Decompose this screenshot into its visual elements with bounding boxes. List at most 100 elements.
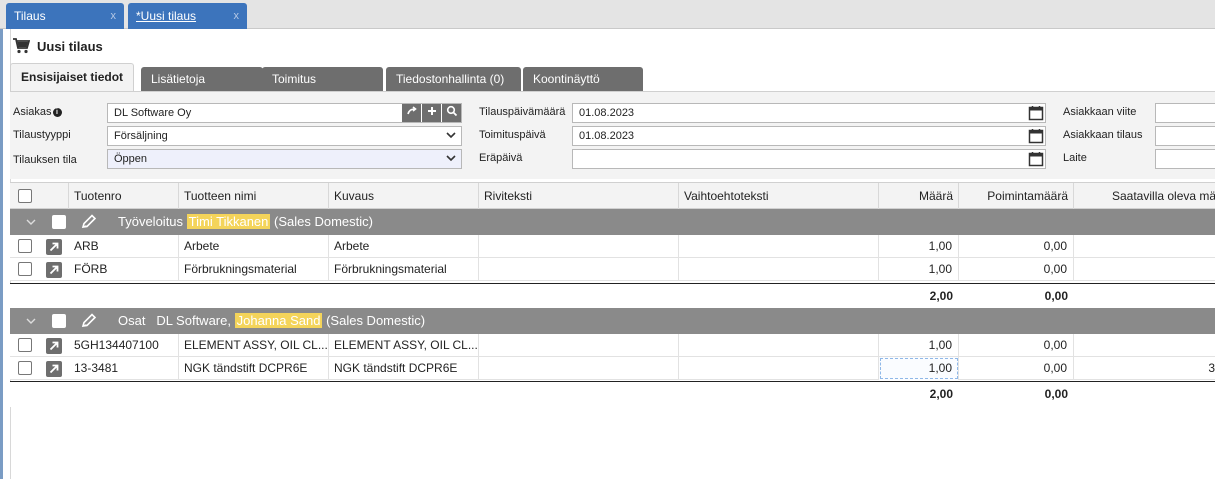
tab-lisatietoja[interactable]: Lisätietoja bbox=[141, 67, 263, 91]
cell-maara[interactable]: 1,00 bbox=[879, 334, 959, 357]
chevron-down-icon[interactable] bbox=[25, 217, 37, 227]
cell-kuvaus: NGK tändstift DCPR6E bbox=[329, 357, 479, 380]
customer-order-field[interactable] bbox=[1155, 126, 1215, 146]
open-row-icon[interactable] bbox=[46, 239, 62, 255]
cell-vaihtoehtoteksti[interactable] bbox=[679, 357, 879, 380]
group-checkbox[interactable] bbox=[52, 215, 66, 229]
order-type-select[interactable]: Försäljning bbox=[107, 126, 462, 146]
tab-toimitus[interactable]: Toimitus bbox=[262, 67, 383, 91]
open-row-icon[interactable] bbox=[46, 361, 62, 377]
delivery-date-field[interactable]: 01.08.2023 bbox=[572, 126, 1046, 146]
left-edge-bar bbox=[0, 29, 3, 479]
column-header-tuotenro[interactable]: Tuotenro bbox=[69, 183, 179, 209]
window-tab-tilaus[interactable]: Tilaus x bbox=[6, 3, 124, 29]
open-row-icon[interactable] bbox=[46, 338, 62, 354]
table-row[interactable]: 5GH134407100 ELEMENT ASSY, OIL CL... ELE… bbox=[10, 334, 1215, 357]
cell-saatavilla bbox=[1074, 258, 1215, 281]
cell-tuotenro: ARB bbox=[69, 235, 179, 258]
goto-icon[interactable] bbox=[401, 104, 421, 122]
cell-tuotenro: 13-3481 bbox=[69, 357, 179, 380]
order-status-select[interactable]: Öppen bbox=[107, 149, 462, 169]
cell-riviteksti[interactable] bbox=[479, 334, 679, 357]
calendar-icon[interactable] bbox=[1028, 128, 1044, 144]
cell-riviteksti[interactable] bbox=[479, 357, 679, 380]
pencil-icon[interactable] bbox=[80, 313, 98, 329]
delivery-date-value: 01.08.2023 bbox=[579, 130, 635, 142]
select-all-checkbox[interactable] bbox=[18, 189, 32, 203]
table-row[interactable]: 13-3481 NGK tändstift DCPR6E NGK tändsti… bbox=[10, 357, 1215, 380]
calendar-icon[interactable] bbox=[1028, 151, 1044, 167]
cell-maara[interactable]: 1,00 bbox=[879, 258, 959, 281]
sum-poimintamaara: 0,00 bbox=[1044, 387, 1068, 401]
cell-kuvaus: Arbete bbox=[329, 235, 479, 258]
customer-order-label: Asiakkaan tilaus bbox=[1063, 129, 1143, 141]
table-row[interactable]: FÖRB Förbrukningsmaterial Förbrukningsma… bbox=[10, 258, 1215, 281]
add-icon[interactable] bbox=[421, 104, 441, 122]
row-checkbox[interactable] bbox=[18, 338, 32, 352]
calendar-icon[interactable] bbox=[1028, 105, 1044, 121]
device-label: Laite bbox=[1063, 152, 1087, 164]
customer-ref-field[interactable] bbox=[1155, 103, 1215, 123]
order-form: Asiakas i DL Software Oy Tilaustyyppi För… bbox=[10, 91, 1215, 179]
column-header-poimintamaara[interactable]: Poimintamäärä bbox=[959, 183, 1074, 209]
device-field[interactable] bbox=[1155, 149, 1215, 169]
due-date-field[interactable] bbox=[572, 149, 1046, 169]
row-checkbox[interactable] bbox=[18, 262, 32, 276]
column-header-tuotteen-nimi[interactable]: Tuotteen nimi bbox=[179, 183, 329, 209]
window-tab-label: *Uusi tilaus bbox=[136, 9, 197, 23]
order-status-label: Tilauksen tila bbox=[13, 154, 77, 166]
group-header-tyoveloitus[interactable]: Työveloitus Timi Tikkanen (Sales Domesti… bbox=[10, 209, 1215, 235]
cell-maara-editing[interactable]: 1,00 bbox=[879, 357, 959, 380]
row-checkbox[interactable] bbox=[18, 361, 32, 375]
header-select-cell bbox=[10, 183, 69, 209]
window-tab-uusi-tilaus[interactable]: *Uusi tilaus x bbox=[128, 3, 247, 29]
order-type-label: Tilaustyyppi bbox=[13, 129, 71, 141]
grid-header: Tuotenro Tuotteen nimi Kuvaus Riviteksti… bbox=[10, 183, 1215, 209]
cell-tuotenro: FÖRB bbox=[69, 258, 179, 281]
page-header: Uusi tilaus bbox=[12, 36, 103, 56]
cart-icon bbox=[13, 38, 30, 54]
cell-maara[interactable]: 1,00 bbox=[879, 235, 959, 258]
column-header-kuvaus[interactable]: Kuvaus bbox=[329, 183, 479, 209]
cell-poimintamaara[interactable]: 0,00 bbox=[959, 258, 1074, 281]
close-icon[interactable]: x bbox=[111, 3, 117, 29]
column-header-riviteksti[interactable]: Riviteksti bbox=[479, 183, 679, 209]
cell-kuvaus: Förbrukningsmaterial bbox=[329, 258, 479, 281]
tab-ensisijaiset-tiedot[interactable]: Ensisijaiset tiedot bbox=[10, 63, 134, 91]
column-header-saatavilla[interactable]: Saatavilla oleva mä bbox=[1074, 183, 1215, 209]
tab-tiedostonhallinta[interactable]: Tiedostonhallinta (0) bbox=[386, 67, 521, 91]
cell-riviteksti[interactable] bbox=[479, 258, 679, 281]
sum-maara: 2,00 bbox=[929, 289, 953, 303]
row-checkbox[interactable] bbox=[18, 239, 32, 253]
cell-tuotteen-nimi: Förbrukningsmaterial bbox=[179, 258, 329, 281]
tab-koontinaytto[interactable]: Koontinäyttö bbox=[523, 67, 643, 91]
info-icon[interactable]: i bbox=[52, 108, 62, 117]
group-company: DL Software, bbox=[156, 313, 231, 328]
cell-poimintamaara[interactable]: 0,00 bbox=[959, 334, 1074, 357]
group-suffix: (Sales Domestic) bbox=[274, 214, 373, 229]
search-icon[interactable] bbox=[441, 104, 461, 122]
sum-maara: 2,00 bbox=[929, 387, 953, 401]
column-header-vaihtoehtoteksti[interactable]: Vaihtoehtoteksti bbox=[679, 183, 879, 209]
cell-vaihtoehtoteksti[interactable] bbox=[679, 235, 879, 258]
cell-saatavilla bbox=[1074, 235, 1215, 258]
sum-poimintamaara: 0,00 bbox=[1044, 289, 1068, 303]
group-label: Työveloitus Timi Tikkanen (Sales Domesti… bbox=[118, 209, 373, 235]
table-row[interactable]: ARB Arbete Arbete 1,00 0,00 bbox=[10, 235, 1215, 258]
order-status-value: Öppen bbox=[114, 153, 148, 165]
order-date-field[interactable]: 01.08.2023 bbox=[572, 103, 1046, 123]
cell-poimintamaara[interactable]: 0,00 bbox=[959, 357, 1074, 380]
chevron-down-icon[interactable] bbox=[25, 316, 37, 326]
pencil-icon[interactable] bbox=[80, 214, 98, 230]
column-header-maara[interactable]: Määrä bbox=[879, 183, 959, 209]
group-checkbox[interactable] bbox=[52, 314, 66, 328]
group-header-osat[interactable]: Osat DL Software, Johanna Sand (Sales Do… bbox=[10, 308, 1215, 334]
cell-riviteksti[interactable] bbox=[479, 235, 679, 258]
customer-field[interactable]: DL Software Oy bbox=[107, 103, 462, 123]
cell-poimintamaara[interactable]: 0,00 bbox=[959, 235, 1074, 258]
group-person: Timi Tikkanen bbox=[186, 214, 271, 229]
close-icon[interactable]: x bbox=[234, 3, 240, 29]
cell-vaihtoehtoteksti[interactable] bbox=[679, 334, 879, 357]
cell-vaihtoehtoteksti[interactable] bbox=[679, 258, 879, 281]
open-row-icon[interactable] bbox=[46, 262, 62, 278]
